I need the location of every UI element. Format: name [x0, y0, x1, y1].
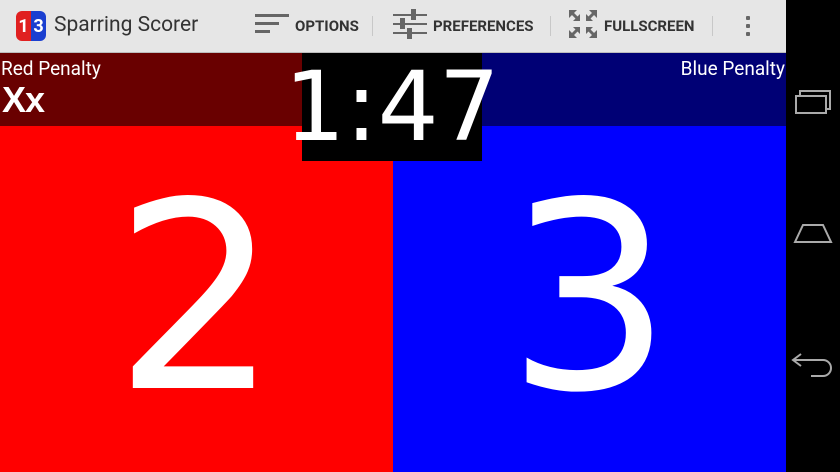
options-label: OPTIONS	[295, 17, 359, 35]
blue-score-panel[interactable]: 3	[393, 126, 786, 472]
options-icon	[255, 12, 289, 40]
app-icon[interactable]: 1 3	[16, 11, 46, 41]
red-score: 2	[113, 148, 280, 450]
action-separator	[550, 16, 551, 36]
fullscreen-button[interactable]: FULLSCREEN	[568, 0, 694, 52]
red-penalty-label: Red Penalty	[1, 57, 101, 80]
overflow-menu-icon[interactable]	[741, 0, 755, 52]
home-icon	[793, 220, 833, 250]
app-icon-red-half: 1	[16, 11, 31, 41]
system-navigation-bar	[786, 0, 840, 472]
recent-apps-button[interactable]	[786, 64, 840, 144]
match-timer[interactable]: 1:47	[284, 53, 500, 161]
preferences-label: PREFERENCES	[433, 17, 534, 35]
timer-value: 1:47	[284, 51, 500, 163]
action-bar: 1 3 Sparring Scorer OPTIONS PREFERENCES …	[0, 0, 786, 53]
app-icon-blue-half: 3	[31, 11, 46, 41]
fullscreen-label: FULLSCREEN	[604, 17, 695, 35]
options-button[interactable]: OPTIONS	[255, 0, 359, 52]
blue-penalty-panel[interactable]: Blue Penalty	[482, 53, 786, 126]
app-window: 1 3 Sparring Scorer OPTIONS PREFERENCES …	[0, 0, 786, 472]
action-separator	[372, 16, 373, 36]
app-title: Sparring Scorer	[54, 13, 199, 37]
fullscreen-icon	[568, 9, 598, 43]
preferences-icon	[393, 9, 427, 43]
home-button[interactable]	[786, 195, 840, 275]
red-penalty-marks: Xx	[2, 79, 45, 120]
back-icon	[791, 348, 835, 382]
red-penalty-panel[interactable]: Red Penalty Xx	[0, 53, 302, 126]
back-button[interactable]	[786, 325, 840, 405]
action-separator	[712, 16, 713, 36]
preferences-button[interactable]: PREFERENCES	[393, 0, 534, 52]
red-score-panel[interactable]: 2	[0, 126, 393, 472]
recent-apps-icon	[794, 89, 832, 119]
blue-penalty-label: Blue Penalty	[680, 57, 785, 80]
blue-score: 3	[506, 148, 673, 450]
